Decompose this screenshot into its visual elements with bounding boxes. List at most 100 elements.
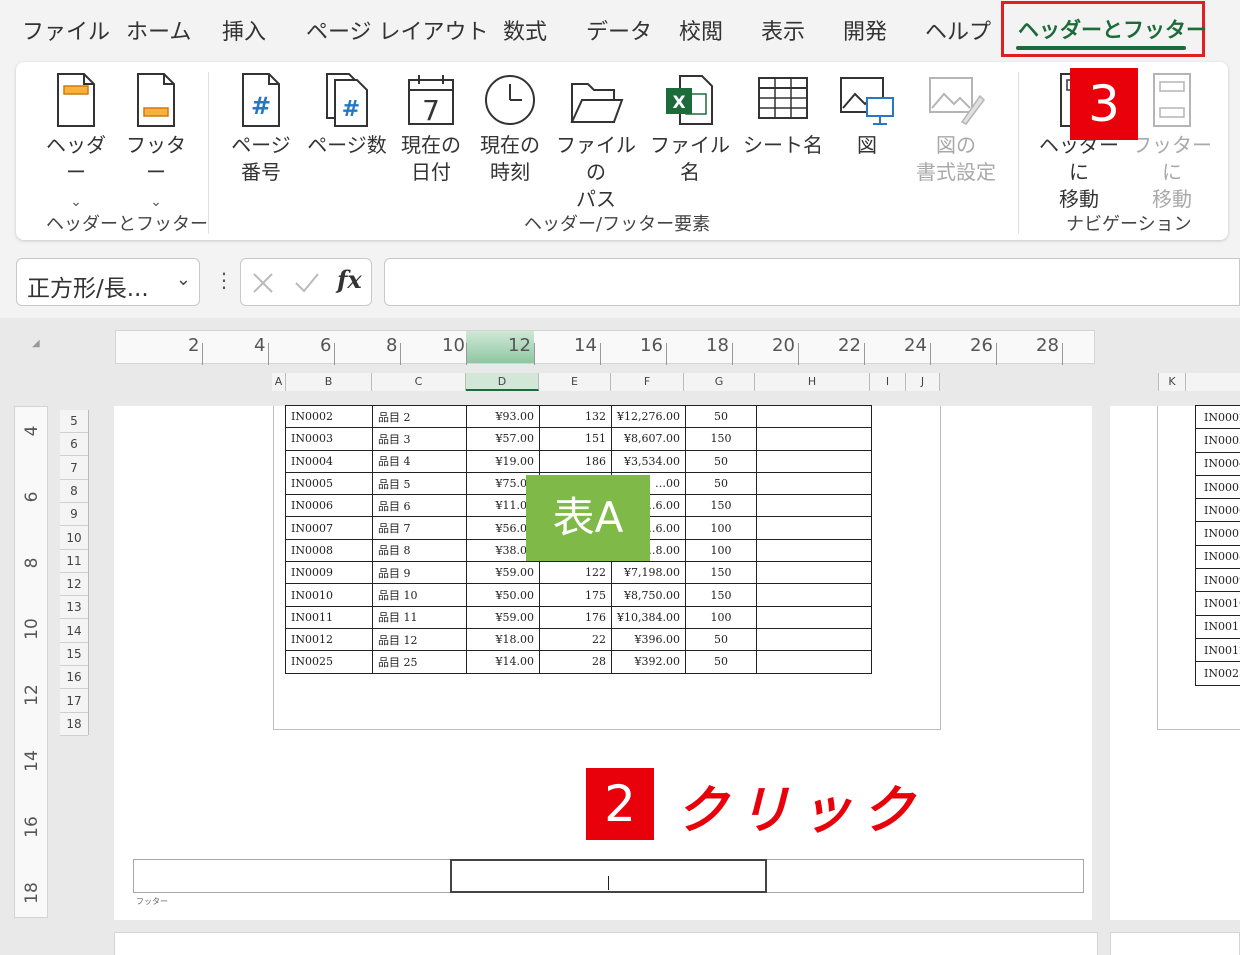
- table-cell[interactable]: 150: [684, 427, 757, 451]
- name-box[interactable]: 正方形/長... ⌄: [16, 258, 200, 306]
- file-name-button[interactable]: X ファイル名: [644, 72, 736, 186]
- table-cell[interactable]: 151: [539, 427, 612, 451]
- header-button[interactable]: ヘッダー ⌄: [42, 72, 110, 216]
- table-cell[interactable]: 175: [539, 583, 612, 607]
- column-header-e[interactable]: E: [539, 373, 611, 391]
- picture-button[interactable]: 図: [834, 72, 900, 159]
- table-cell[interactable]: 品目 6: [372, 494, 467, 518]
- tab-view[interactable]: 表示: [761, 14, 805, 46]
- table-cell[interactable]: 100: [684, 538, 757, 563]
- table-cell[interactable]: IN0002: [285, 404, 373, 429]
- column-header-f[interactable]: F: [611, 373, 684, 391]
- table-cell[interactable]: 176: [539, 605, 612, 629]
- table-cell[interactable]: 50: [684, 627, 757, 652]
- tab-review[interactable]: 校閲: [679, 14, 723, 46]
- table-cell[interactable]: ¥59.00: [466, 561, 540, 585]
- table-cell[interactable]: 22: [539, 627, 612, 652]
- tab-home[interactable]: ホーム: [126, 14, 191, 46]
- table-cell[interactable]: 品目 7: [372, 516, 467, 540]
- formula-input[interactable]: [384, 258, 1240, 306]
- table-cell[interactable]: IN0011: [1194, 614, 1240, 639]
- row-header[interactable]: 17: [60, 690, 88, 713]
- table-cell[interactable]: IN0010: [285, 583, 373, 607]
- column-header-l[interactable]: [1186, 373, 1240, 391]
- tab-data[interactable]: データ: [586, 14, 652, 46]
- table-cell[interactable]: [755, 538, 872, 563]
- chevron-down-icon[interactable]: ⌄: [176, 269, 191, 290]
- table-cell[interactable]: 186: [539, 449, 612, 473]
- column-header-h[interactable]: H: [755, 373, 870, 391]
- table-cell[interactable]: ¥19.00: [466, 449, 540, 473]
- table-cell[interactable]: IN0006: [1194, 498, 1240, 523]
- select-all-corner[interactable]: ◢: [32, 338, 40, 349]
- row-header[interactable]: 8: [60, 480, 88, 503]
- table-cell[interactable]: ¥3,534.00: [611, 449, 686, 473]
- table-cell[interactable]: IN0003: [1194, 428, 1240, 453]
- table-cell[interactable]: IN0003: [285, 427, 373, 451]
- table-cell[interactable]: ¥57.00: [466, 427, 540, 451]
- table-cell[interactable]: [755, 449, 872, 473]
- column-header-d[interactable]: D: [466, 373, 539, 391]
- tab-formulas[interactable]: 数式: [503, 14, 547, 46]
- row-header[interactable]: 15: [60, 643, 88, 666]
- file-path-button[interactable]: ファイルの パス: [550, 72, 642, 213]
- page-count-button[interactable]: # ページ数: [302, 72, 392, 159]
- table-cell[interactable]: 品目 25: [372, 650, 467, 674]
- table-cell[interactable]: IN0007: [285, 516, 373, 540]
- sheet-name-button[interactable]: シート名: [742, 72, 824, 159]
- table-cell[interactable]: ¥12,276.00: [611, 404, 686, 429]
- table-cell[interactable]: ¥14.00: [466, 650, 540, 674]
- row-header[interactable]: 16: [60, 666, 88, 690]
- goto-footer-button[interactable]: フッターに 移動: [1126, 72, 1218, 213]
- table-cell[interactable]: ¥10,384.00: [611, 605, 686, 629]
- table-cell[interactable]: [755, 627, 872, 652]
- table-cell[interactable]: 50: [684, 471, 757, 496]
- table-cell[interactable]: ¥8,607.00: [611, 427, 686, 451]
- table-cell[interactable]: 50: [684, 449, 757, 473]
- table-cell[interactable]: [755, 561, 872, 585]
- table-cell[interactable]: 品目 10: [372, 583, 467, 607]
- table-cell[interactable]: IN0007: [1194, 521, 1240, 546]
- column-header-c[interactable]: C: [372, 373, 466, 391]
- table-cell[interactable]: IN0005: [285, 471, 373, 496]
- table-cell[interactable]: IN0006: [285, 494, 373, 518]
- column-header-a[interactable]: A: [272, 373, 286, 391]
- table-cell[interactable]: [755, 471, 872, 496]
- tab-file[interactable]: ファイル: [22, 14, 110, 46]
- column-header-j[interactable]: J: [906, 373, 940, 391]
- row-header[interactable]: 6: [60, 433, 88, 457]
- table-cell[interactable]: 品目 9: [372, 561, 467, 585]
- page-number-button[interactable]: # ページ 番号: [228, 72, 294, 186]
- table-cell[interactable]: [755, 427, 872, 451]
- table-cell[interactable]: IN0009: [1194, 568, 1240, 593]
- table-cell[interactable]: 50: [684, 404, 757, 429]
- cancel-icon[interactable]: [251, 271, 275, 295]
- table-cell[interactable]: IN0010: [1194, 591, 1240, 616]
- table-cell[interactable]: [755, 650, 872, 674]
- table-cell[interactable]: [755, 516, 872, 540]
- table-cell[interactable]: 品目 4: [372, 449, 467, 473]
- current-time-button[interactable]: 現在の 時刻: [474, 72, 546, 186]
- table-cell[interactable]: [755, 404, 872, 429]
- table-cell[interactable]: 品目 5: [372, 471, 467, 496]
- table-cell[interactable]: 150: [684, 494, 757, 518]
- table-cell[interactable]: 品目 11: [372, 605, 467, 629]
- table-cell[interactable]: [755, 583, 872, 607]
- column-header-b[interactable]: B: [286, 373, 372, 391]
- table-cell[interactable]: 品目 2: [372, 404, 467, 429]
- tab-insert[interactable]: 挿入: [222, 14, 266, 46]
- row-header[interactable]: 18: [60, 713, 88, 736]
- table-cell[interactable]: IN0004: [285, 449, 373, 473]
- row-header[interactable]: 14: [60, 620, 88, 643]
- table-cell[interactable]: [755, 494, 872, 518]
- column-header-g[interactable]: G: [684, 373, 755, 391]
- row-header[interactable]: 12: [60, 573, 88, 597]
- table-cell[interactable]: ¥18.00: [466, 627, 540, 652]
- table-cell[interactable]: 150: [684, 561, 757, 585]
- row-header[interactable]: 11: [60, 550, 88, 573]
- row-header[interactable]: 7: [60, 457, 88, 480]
- row-header[interactable]: 13: [60, 596, 88, 620]
- table-cell[interactable]: IN0012: [285, 627, 373, 652]
- table-cell[interactable]: 品目 12: [372, 627, 467, 652]
- table-cell[interactable]: IN0025: [285, 650, 373, 674]
